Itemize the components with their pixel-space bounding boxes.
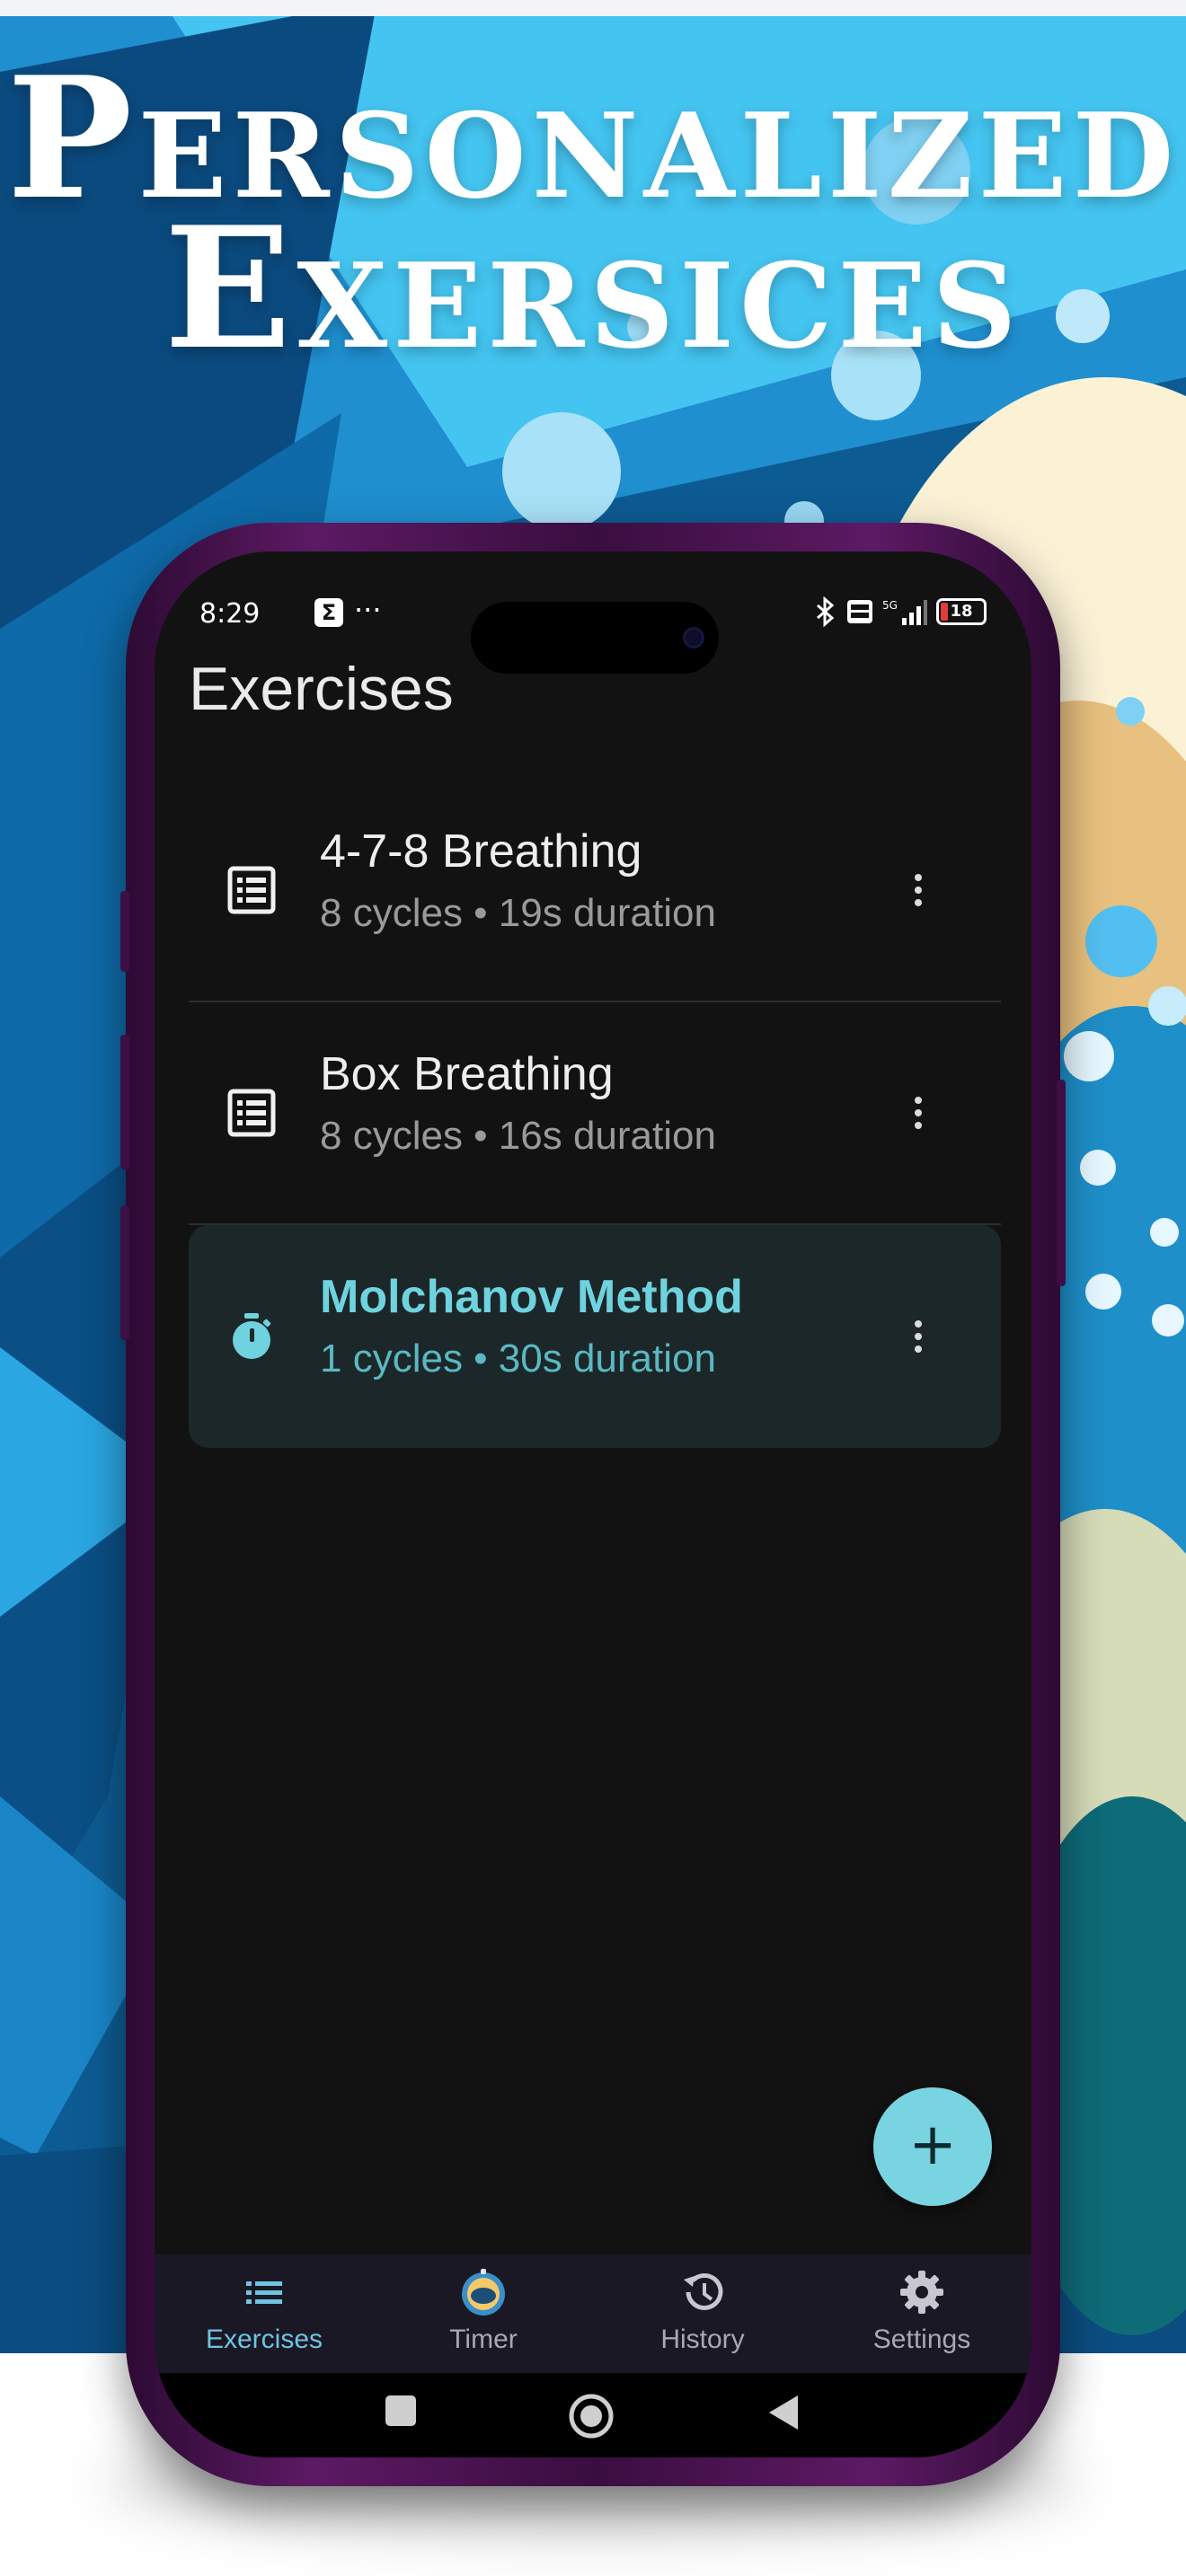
side-button — [120, 1205, 129, 1340]
list-icon — [246, 2281, 282, 2304]
front-camera — [683, 627, 704, 648]
status-time: 8:29 — [199, 598, 261, 630]
headline-line-2: Exersices — [164, 190, 1022, 387]
side-button — [1057, 1080, 1066, 1286]
more-vert-icon[interactable] — [909, 1317, 927, 1356]
side-button — [120, 891, 129, 972]
tab-timer[interactable]: Timer — [374, 2254, 593, 2373]
tab-exercises[interactable]: Exercises — [155, 2254, 374, 2373]
system-navigation-bar — [155, 2373, 1031, 2457]
signal-icon: 5G — [882, 599, 927, 625]
status-icons: 5G 18 — [814, 596, 987, 627]
stopwatch-icon — [233, 1313, 271, 1359]
dynamic-island — [471, 602, 719, 674]
tab-label: Timer — [449, 2325, 518, 2354]
add-exercise-button[interactable]: + — [873, 2087, 992, 2206]
list-icon — [227, 1089, 276, 1137]
battery-icon: 18 — [936, 598, 987, 625]
back-triangle-icon[interactable] — [766, 2393, 801, 2432]
promo-headline: Personalized Exersices — [0, 54, 1186, 387]
exercise-name: Molchanov Method — [320, 1271, 743, 1323]
more-vert-icon[interactable] — [909, 1093, 927, 1133]
bottom-navigation: Exercises Timer History Settings — [155, 2254, 1031, 2373]
sigma-icon: Σ — [314, 598, 343, 627]
volte-icon — [847, 600, 872, 623]
tab-history[interactable]: History — [593, 2254, 812, 2373]
exercise-item[interactable]: Box Breathing 8 cycles • 16s duration — [189, 1002, 1001, 1225]
gear-icon — [900, 2271, 943, 2314]
phone-screen: 8:29 Σ ··· 5G 18 Exercises 4-7-8 Breathi… — [155, 551, 1031, 2457]
side-button — [120, 1035, 129, 1169]
tab-label: Settings — [872, 2325, 971, 2354]
tab-label: Exercises — [205, 2325, 323, 2354]
recents-square-icon[interactable] — [383, 2393, 419, 2429]
exercise-item[interactable]: 4-7-8 Breathing 8 cycles • 19s duration — [189, 780, 1001, 1002]
exercise-details: 1 cycles • 30s duration — [320, 1337, 716, 1381]
exercise-details: 8 cycles • 16s duration — [320, 1114, 716, 1158]
history-icon — [684, 2272, 723, 2310]
more-vert-icon[interactable] — [909, 870, 927, 910]
timer-logo-icon — [462, 2269, 505, 2316]
tab-label: History — [660, 2325, 745, 2354]
exercise-name: Box Breathing — [320, 1048, 614, 1100]
svg-text:5G: 5G — [882, 599, 898, 612]
battery-level: 18 — [950, 602, 973, 621]
tab-settings[interactable]: Settings — [812, 2254, 1031, 2373]
exercise-list: 4-7-8 Breathing 8 cycles • 19s duration … — [189, 780, 1001, 1448]
home-circle-icon[interactable] — [568, 2393, 615, 2439]
exercise-details: 8 cycles • 19s duration — [320, 891, 716, 935]
phone-frame: 8:29 Σ ··· 5G 18 Exercises 4-7-8 Breathi… — [120, 523, 1066, 2486]
page-title: Exercises — [189, 655, 454, 723]
exercise-name: 4-7-8 Breathing — [320, 825, 642, 878]
exercise-item-selected[interactable]: Molchanov Method 1 cycles • 30s duration — [189, 1225, 1001, 1448]
bluetooth-icon — [817, 596, 835, 627]
more-notifications-icon: ··· — [354, 593, 382, 627]
list-icon — [227, 866, 276, 914]
